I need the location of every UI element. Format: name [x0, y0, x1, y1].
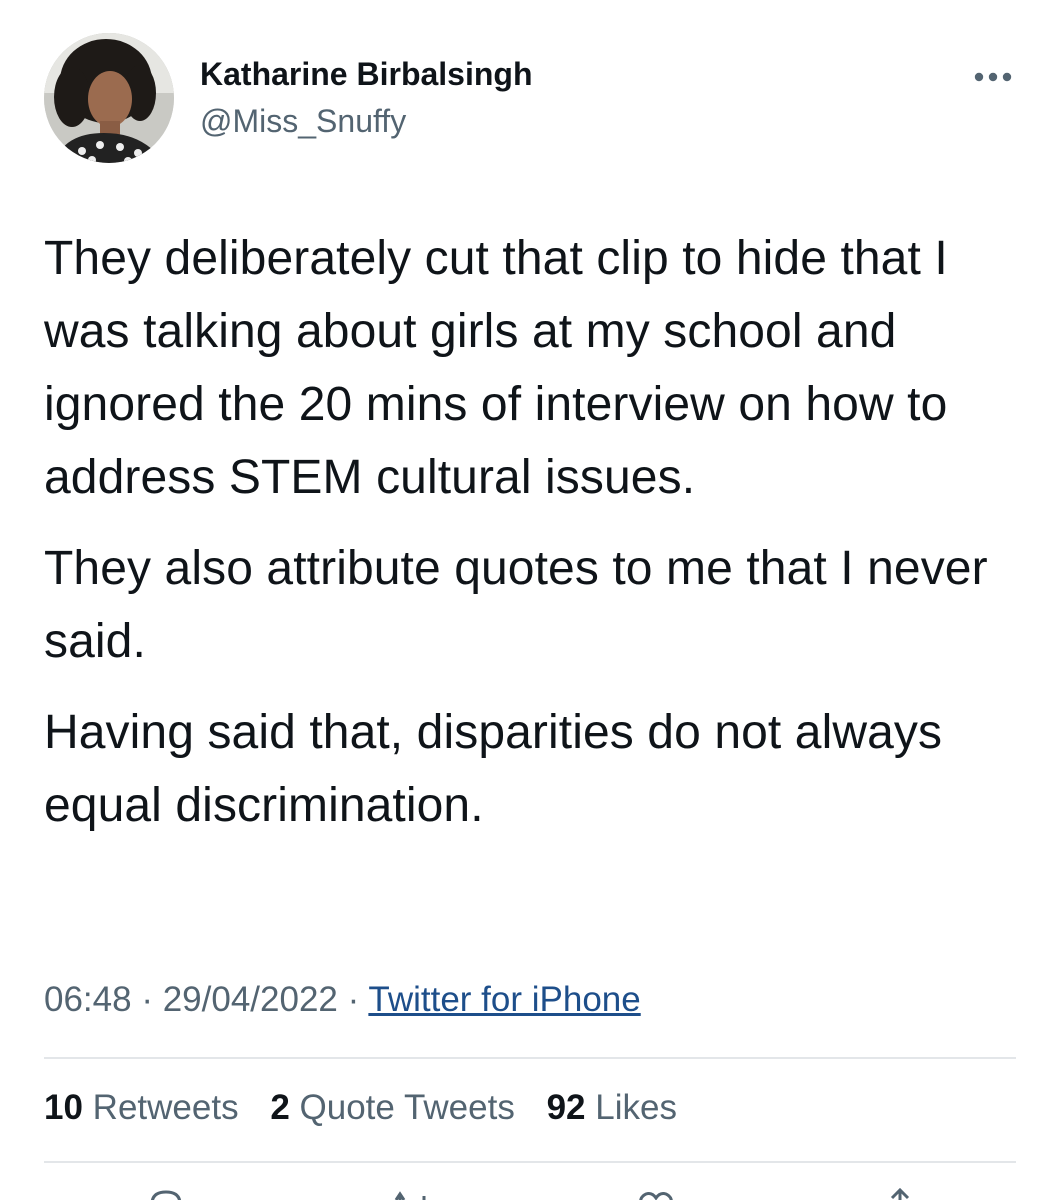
likes-stat[interactable]: 92 Likes: [547, 1088, 677, 1127]
meta-separator: ·: [347, 980, 360, 1019]
action-bar: [0, 1186, 1060, 1200]
divider: [44, 1057, 1016, 1059]
author-name[interactable]: Katharine Birbalsingh: [200, 56, 533, 93]
heart-icon[interactable]: [636, 1186, 676, 1200]
retweets-stat[interactable]: 10 Retweets: [44, 1088, 239, 1127]
meta-separator: ·: [141, 980, 153, 1019]
avatar-image: [44, 33, 174, 163]
more-horizontal-icon: [974, 72, 1012, 82]
quote-tweets-label: Quote Tweets: [299, 1088, 515, 1127]
more-button[interactable]: [968, 62, 1018, 92]
quote-tweets-stat[interactable]: 2 Quote Tweets: [270, 1088, 515, 1127]
retweets-count: 10: [44, 1088, 83, 1127]
retweets-label: Retweets: [92, 1088, 239, 1127]
tweet-paragraph: Having said that, disparities do not alw…: [44, 706, 943, 832]
likes-count: 92: [546, 1088, 586, 1127]
author-handle[interactable]: @Miss_Snuffy: [200, 103, 406, 140]
tweet-stats: 10 Retweets 2 Quote Tweets 92 Likes: [44, 1088, 699, 1128]
tweet-meta: 06:48 · 29/04/2022 · Twitter for iPhone: [44, 980, 641, 1020]
tweet-paragraph: They deliberately cut that clip to hide …: [44, 232, 948, 504]
quote-tweets-count: 2: [270, 1088, 290, 1127]
divider: [44, 1161, 1016, 1163]
tweet-date[interactable]: 29/04/2022: [163, 980, 338, 1019]
likes-label: Likes: [595, 1088, 677, 1127]
avatar[interactable]: [44, 33, 174, 163]
tweet-source-link[interactable]: Twitter for iPhone: [368, 980, 640, 1019]
retweet-icon[interactable]: [392, 1186, 432, 1200]
reply-icon[interactable]: [146, 1186, 186, 1200]
tweet-detail: Katharine Birbalsingh @Miss_Snuffy They …: [0, 0, 1060, 1200]
tweet-paragraph: They also attribute quotes to me that I …: [44, 542, 988, 668]
tweet-time[interactable]: 06:48: [44, 980, 132, 1019]
share-icon[interactable]: [880, 1186, 920, 1200]
tweet-text: They deliberately cut that clip to hide …: [44, 222, 1034, 860]
